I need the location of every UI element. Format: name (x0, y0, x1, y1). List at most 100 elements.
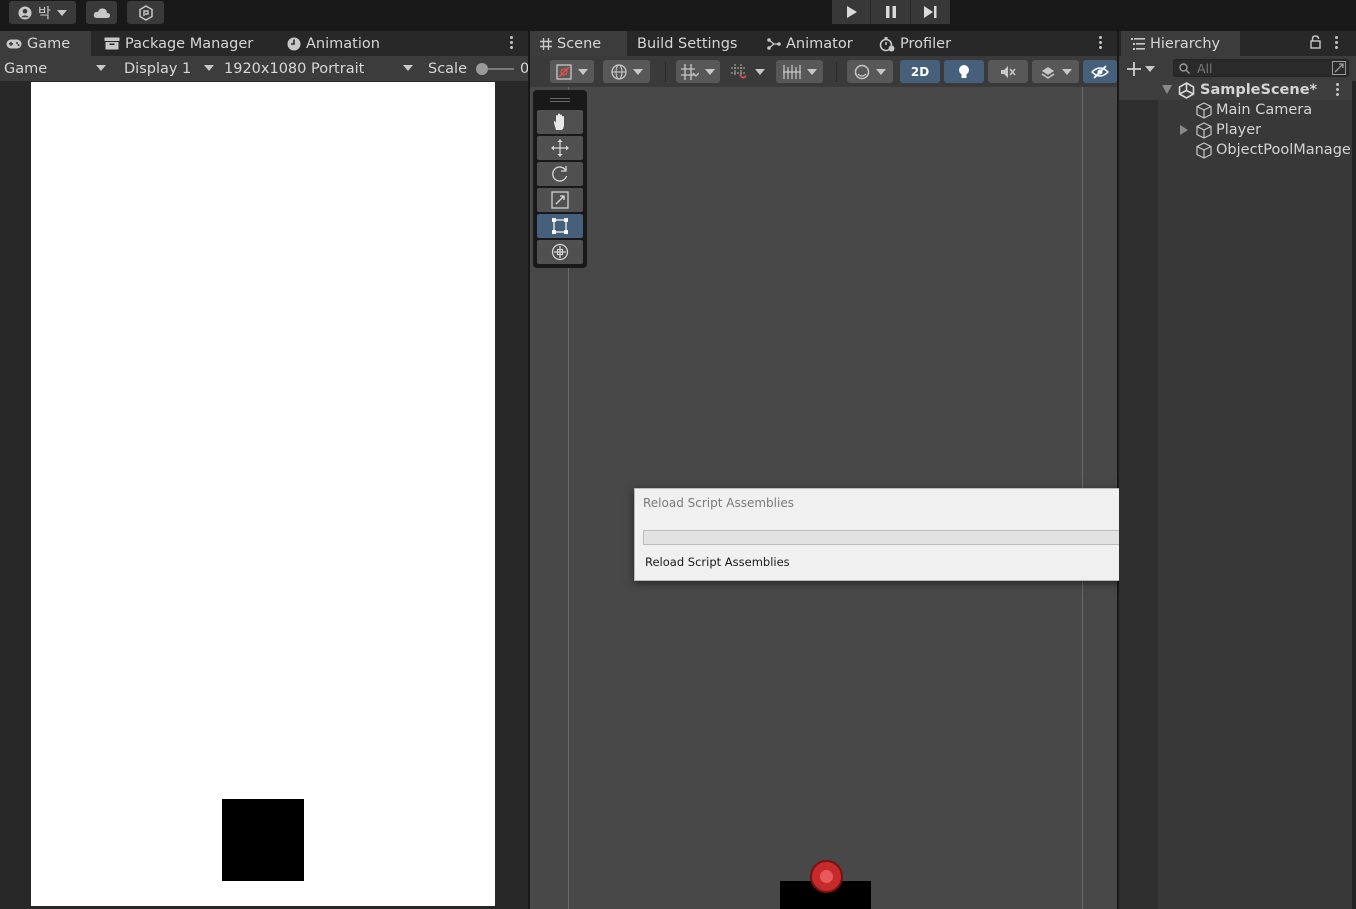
chevron-down-icon (578, 68, 588, 75)
hierarchy-item[interactable]: ObjectPoolManager (1119, 140, 1356, 160)
stopwatch-icon (879, 36, 895, 51)
move-icon (551, 139, 569, 157)
plus-icon (1127, 61, 1141, 76)
tab-build-settings[interactable]: Build Settings (629, 31, 745, 56)
cloud-icon (93, 7, 110, 18)
step-button[interactable] (911, 0, 950, 24)
game-viewport[interactable] (31, 82, 495, 906)
account-dropdown[interactable]: 박 (9, 1, 76, 24)
scale-label: Scale (428, 60, 468, 77)
tab-scene[interactable]: Scene (530, 31, 627, 56)
play-button[interactable] (832, 0, 872, 24)
eye-hidden-icon (1091, 64, 1109, 79)
tab-build-settings-label: Build Settings (637, 35, 738, 52)
increment-snap-dropdown[interactable] (726, 60, 770, 83)
scale-tool-button[interactable] (537, 188, 583, 212)
pause-button[interactable] (871, 0, 911, 24)
chevron-down-icon (705, 68, 715, 75)
globe-icon (610, 63, 627, 80)
hierarchy-search-input[interactable]: All (1173, 59, 1349, 77)
audio-toggle[interactable] (988, 60, 1028, 83)
collab-button[interactable] (127, 1, 164, 24)
move-tool-button[interactable] (537, 136, 583, 160)
tab-animator-label: Animator (786, 35, 853, 52)
mode-2d-label: 2D (910, 64, 930, 79)
hand-tool-button[interactable] (537, 110, 583, 134)
search-options-icon[interactable] (1332, 61, 1346, 75)
rect-tool-button[interactable] (537, 214, 583, 238)
speaker-muted-icon (1001, 65, 1016, 78)
view-mode-label: Game (4, 60, 48, 77)
rect-tool-icon (552, 218, 568, 234)
draw-mode-dropdown[interactable] (550, 60, 594, 83)
grid-snap-dropdown[interactable] (676, 60, 720, 83)
tab-package-manager-label: Package Manager (125, 35, 254, 52)
game-toolbar: Game Display 1 1920x1080 Portrait Scale … (0, 56, 528, 81)
toolbar-separator (836, 62, 837, 82)
global-local-dropdown[interactable] (603, 60, 650, 83)
scale-icon (551, 191, 569, 209)
hierarchy-item[interactable]: Player (1119, 120, 1356, 140)
chevron-down-icon (56, 9, 67, 16)
main-toolbar: 박 (0, 0, 1356, 31)
tab-profiler-label: Profiler (900, 35, 952, 52)
game-more-icon[interactable] (507, 35, 515, 51)
scene-row-more-icon[interactable] (1333, 82, 1341, 98)
tab-game-label: Game (27, 35, 71, 52)
tab-package-manager[interactable]: Package Manager (96, 31, 261, 56)
scale-slider-handle[interactable] (476, 63, 488, 75)
gameobject-cube-icon (1196, 142, 1212, 159)
clock-icon (287, 37, 301, 50)
palette-grip[interactable] (550, 101, 570, 102)
scene-panel[interactable] (530, 56, 1117, 909)
chevron-down-icon (755, 68, 765, 75)
tab-profiler[interactable]: Profiler (871, 31, 959, 56)
palette-grip[interactable] (550, 98, 570, 99)
play-controls (832, 0, 950, 24)
mode-2d-toggle[interactable]: 2D (900, 60, 940, 83)
display-dropdown[interactable]: Display 1 (124, 56, 214, 81)
grid-hash-icon (540, 37, 552, 50)
chevron-down-icon (632, 68, 643, 75)
hierarchy-more-icon[interactable] (1332, 35, 1340, 51)
collab-icon (138, 4, 153, 21)
chevron-down-icon (876, 68, 886, 75)
resolution-dropdown[interactable]: 1920x1080 Portrait (224, 56, 418, 81)
panel-edge (1352, 81, 1356, 909)
scene-more-icon[interactable] (1096, 35, 1104, 51)
cloud-button[interactable] (86, 1, 117, 24)
scale-value: 0 (520, 60, 528, 77)
account-label: 박 (38, 5, 51, 22)
lighting-toggle[interactable] (944, 60, 984, 83)
scene-toolbar: 2D (530, 56, 1117, 87)
shading-mode-dropdown[interactable] (847, 60, 893, 83)
scene-name: SampleScene* (1200, 82, 1318, 98)
rotate-tool-button[interactable] (537, 162, 583, 186)
expand-down-icon[interactable] (1162, 85, 1172, 94)
transform-tool-button[interactable] (537, 240, 583, 264)
chevron-down-icon (96, 65, 106, 71)
tab-animation-label: Animation (306, 35, 380, 52)
gamepad-icon (6, 39, 22, 48)
create-dropdown[interactable] (1127, 60, 1159, 77)
lock-icon[interactable] (1310, 35, 1321, 49)
draw-mode-icon (556, 63, 572, 80)
chevron-down-icon (204, 65, 214, 71)
hierarchy-scene-row[interactable]: SampleScene* (1119, 80, 1356, 100)
tab-game[interactable]: Game (0, 31, 91, 56)
tab-animator[interactable]: Animator (759, 31, 861, 56)
view-mode-dropdown[interactable]: Game (4, 56, 110, 81)
hierarchy-item[interactable]: Main Camera (1119, 100, 1356, 120)
grid-visibility-dropdown[interactable] (776, 60, 823, 83)
dialog-progress-bar (643, 530, 1137, 545)
chevron-down-icon (806, 68, 817, 75)
tab-animation[interactable]: Animation (279, 31, 388, 56)
scene-visibility-toggle[interactable] (1083, 60, 1117, 83)
tab-hierarchy-label: Hierarchy (1150, 35, 1221, 52)
user-circle-icon (18, 6, 32, 19)
shaded-sphere-icon (854, 64, 870, 79)
tab-hierarchy[interactable]: Hierarchy (1121, 31, 1240, 56)
effects-dropdown[interactable] (1032, 60, 1079, 83)
package-icon (104, 37, 120, 50)
expand-right-icon[interactable] (1180, 125, 1188, 135)
